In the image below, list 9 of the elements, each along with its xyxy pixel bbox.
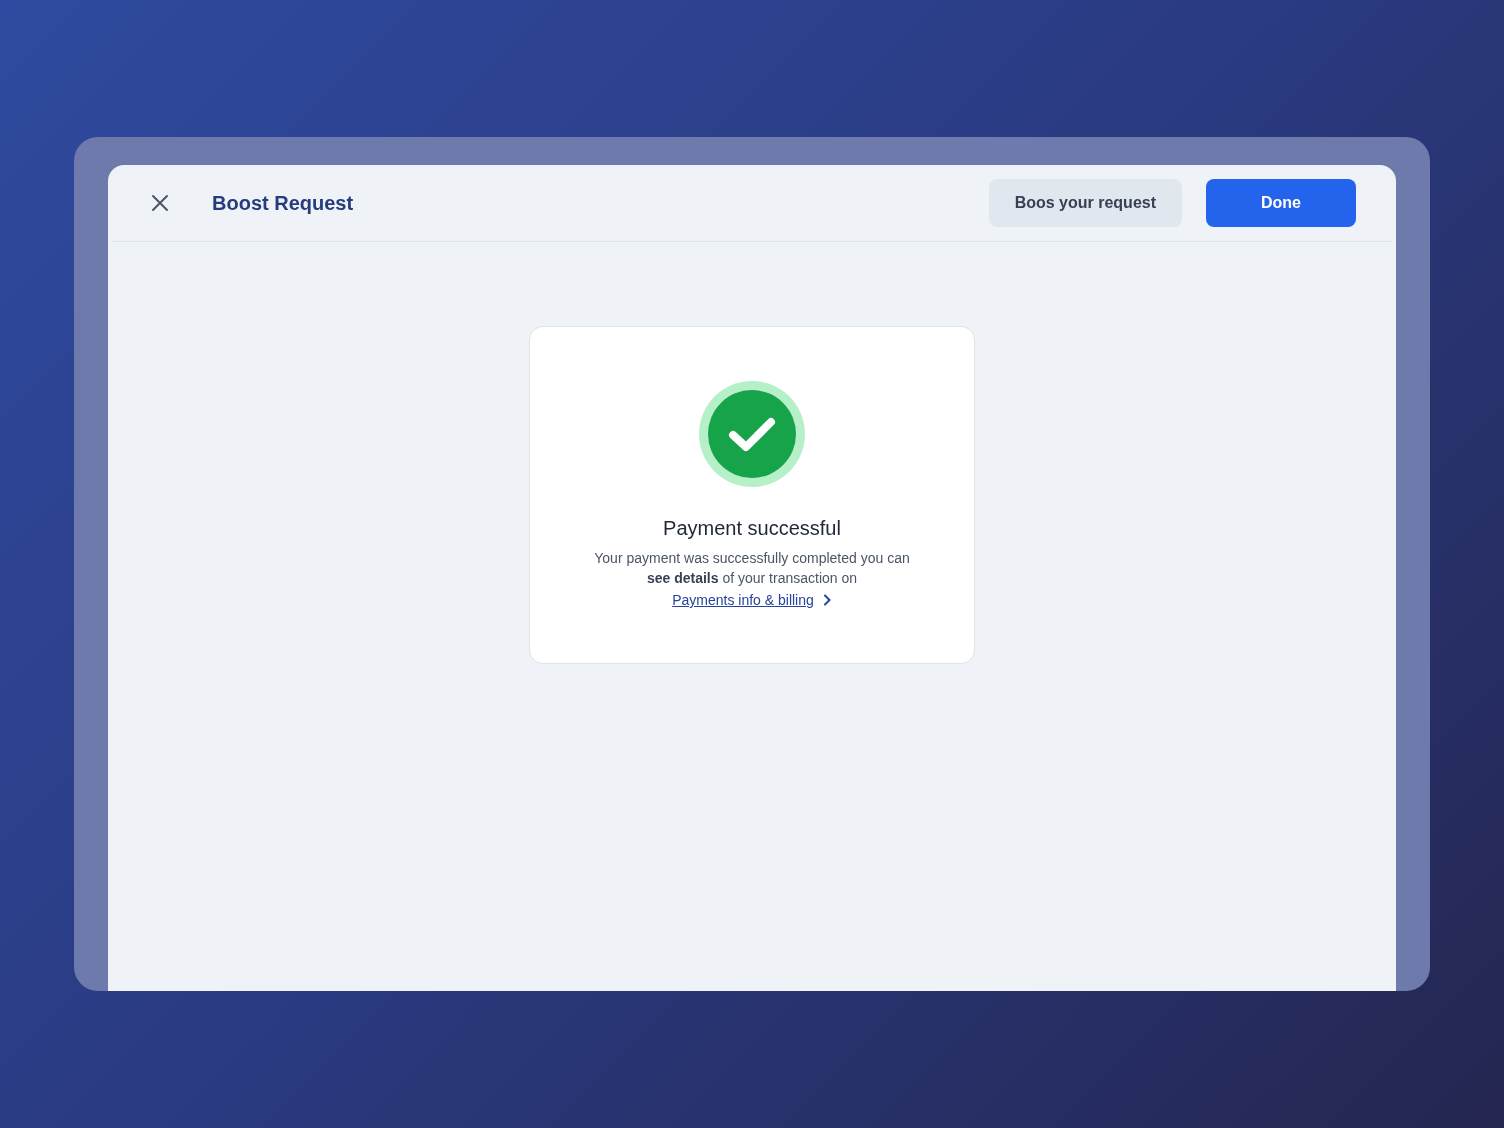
boost-button[interactable]: Boos your request (988, 179, 1182, 227)
modal-title: Boost Request (212, 191, 355, 215)
done-button[interactable]: Done (1206, 179, 1356, 227)
success-check-icon (699, 381, 805, 487)
success-title: Payment successful (663, 517, 841, 540)
billing-link[interactable]: Payments info & billing (672, 592, 814, 608)
chevron-right-icon (821, 594, 832, 606)
close-icon (151, 194, 169, 212)
success-message: Your payment was successfully completed you can see details of your transaction on (593, 549, 911, 588)
